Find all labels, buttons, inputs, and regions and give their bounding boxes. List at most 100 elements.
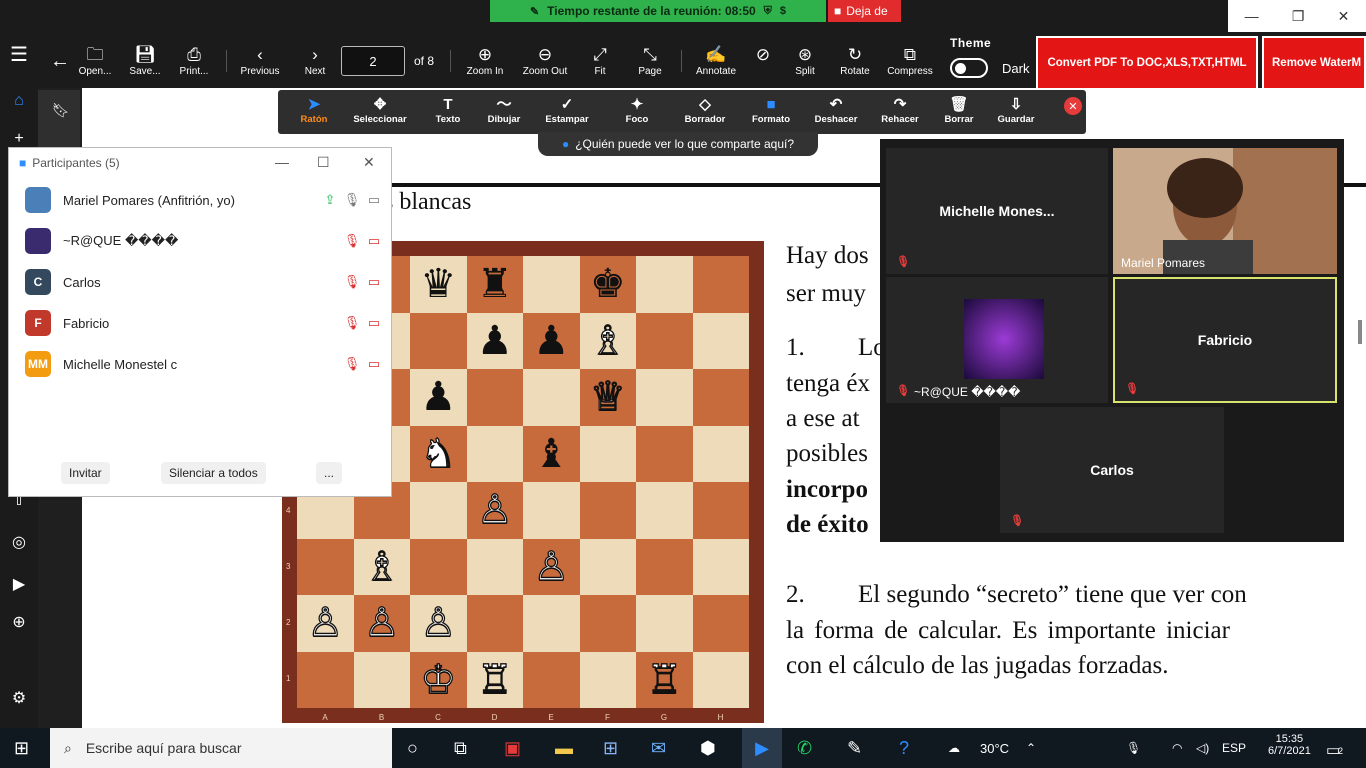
- video-off-icon[interactable]: ▭: [363, 356, 385, 372]
- annotation-save-button[interactable]: ⇩ Guardar: [983, 96, 1049, 125]
- annotation-spotlight-button[interactable]: ✦ Foco: [604, 96, 670, 125]
- dark-theme-toggle[interactable]: [950, 58, 988, 78]
- zoom-taskbar-icon[interactable]: ▶: [742, 728, 782, 768]
- close-annotation-icon[interactable]: ✕: [1064, 97, 1082, 115]
- app-icon[interactable]: ⬢: [700, 738, 716, 759]
- restore-icon[interactable]: ❐: [1292, 8, 1305, 25]
- avatar: MM: [25, 351, 51, 377]
- video-tile[interactable]: Mariel Pomares: [1113, 148, 1337, 274]
- video-icon[interactable]: ▭: [363, 192, 385, 208]
- video-tile[interactable]: ~R@QUE ���� 🎙︎: [886, 277, 1108, 403]
- help-icon[interactable]: ?: [899, 738, 909, 759]
- mic-icon[interactable]: 🎙︎: [341, 192, 363, 208]
- language-indicator[interactable]: ESP: [1222, 741, 1246, 755]
- clear-icon: 🗑︎: [949, 96, 969, 113]
- page-button[interactable]: ⤡ Page: [622, 44, 678, 77]
- instagram-icon[interactable]: ◎: [0, 532, 38, 552]
- annotation-draw-button[interactable]: 〜 Dibujar: [471, 96, 537, 125]
- store-icon[interactable]: ⊞: [603, 738, 618, 759]
- annotation-redo-button[interactable]: ↷ Rehacer: [867, 96, 933, 125]
- select-icon: ✥: [373, 96, 387, 113]
- add-icon[interactable]: +: [0, 130, 38, 148]
- save-button[interactable]: 💾︎ Save...: [117, 44, 173, 77]
- participant-row[interactable]: C Carlos 🎙︎ ▭: [25, 267, 385, 297]
- close-icon[interactable]: ✕: [1338, 8, 1350, 25]
- annotation-eraser-button[interactable]: ◇ Borrador: [672, 96, 738, 125]
- globe-icon[interactable]: ⊕: [0, 612, 38, 632]
- maximize-icon[interactable]: ☐: [317, 154, 330, 171]
- wifi-icon[interactable]: ◠: [1172, 741, 1182, 755]
- zoom-in-button[interactable]: ⊕ Zoom In: [457, 44, 513, 77]
- file-explorer-icon[interactable]: ▬: [555, 738, 573, 759]
- print-button[interactable]: ⎙ Print...: [166, 44, 222, 77]
- rotate-button[interactable]: ↻ Rotate: [827, 44, 883, 77]
- cortana-icon[interactable]: ○: [407, 738, 418, 759]
- video-off-icon[interactable]: ▭: [363, 315, 385, 331]
- mic-tray-icon[interactable]: 🎙︎: [1126, 741, 1141, 755]
- avatar: [25, 187, 51, 213]
- annotation-stamp-button[interactable]: ✓ Estampar: [534, 96, 600, 125]
- tray-chevron-icon[interactable]: ⌃: [1026, 741, 1036, 755]
- participant-row[interactable]: Mariel Pomares (Anfitrión, yo) ⇪ 🎙︎ ▭: [25, 185, 385, 215]
- annotation-label: Formato: [752, 114, 790, 125]
- next-button[interactable]: › Next: [287, 44, 343, 77]
- video-tile-active[interactable]: Fabricio 🎙︎: [1113, 277, 1337, 403]
- split-button[interactable]: ⊛ Split: [777, 44, 833, 77]
- paint-icon[interactable]: ✎: [847, 738, 862, 759]
- video-tile[interactable]: Carlos 🎙︎: [1000, 407, 1224, 533]
- weather-icon[interactable]: ☁: [948, 741, 960, 755]
- close-icon[interactable]: ✕: [363, 154, 375, 171]
- invite-button[interactable]: Invitar: [61, 462, 110, 484]
- mic-muted-icon[interactable]: 🎙︎: [341, 356, 363, 372]
- task-view-icon[interactable]: ⧉: [454, 738, 467, 759]
- minimize-icon[interactable]: —: [1245, 8, 1259, 24]
- doc-line: a ese at: [786, 405, 860, 432]
- annotation-label: Guardar: [997, 114, 1035, 125]
- chevron-right-icon: ›: [312, 45, 318, 64]
- home-icon[interactable]: ⌂: [0, 92, 38, 110]
- info-icon: ●: [561, 137, 570, 151]
- mic-muted-icon: 🎙︎: [896, 256, 910, 268]
- more-options-button[interactable]: ...: [316, 462, 343, 484]
- mail-icon[interactable]: ✉: [651, 738, 666, 759]
- convert-pdf-button[interactable]: Convert PDF To DOC,XLS,TXT,HTML: [1036, 36, 1258, 90]
- hamburger-icon[interactable]: ☰: [10, 42, 28, 67]
- fit-button[interactable]: ⤢ Fit: [572, 44, 628, 77]
- youtube-icon[interactable]: ▶: [0, 574, 38, 594]
- annotation-select-button[interactable]: ✥ Seleccionar: [347, 96, 413, 125]
- mic-muted-icon[interactable]: 🎙︎: [341, 274, 363, 290]
- share-visibility-notice[interactable]: ● ¿Quién puede ver lo que comparte aquí?: [538, 132, 818, 156]
- video-tile[interactable]: Michelle Mones... 🎙︎: [886, 148, 1108, 274]
- board-square: ♙: [523, 538, 580, 595]
- annotation-format-button[interactable]: ■ Formato: [738, 96, 804, 125]
- chess-piece: ♙: [363, 601, 400, 646]
- mic-muted-icon[interactable]: 🎙︎: [341, 233, 363, 249]
- open-button[interactable]: 🗀 Open...: [67, 44, 123, 77]
- bookmark-icon[interactable]: 🔖︎: [52, 102, 70, 119]
- mic-muted-icon[interactable]: 🎙︎: [341, 315, 363, 331]
- stop-share-button[interactable]: ■ Deja de: [828, 0, 901, 22]
- video-off-icon[interactable]: ▭: [363, 233, 385, 249]
- zoom-out-button[interactable]: ⊖ Zoom Out: [517, 44, 573, 77]
- clock[interactable]: 15:35 6/7/2021: [1268, 733, 1311, 757]
- participant-row[interactable]: F Fabricio 🎙︎ ▭: [25, 308, 385, 338]
- annotation-mouse-button[interactable]: ➤ Ratón: [281, 96, 347, 125]
- whatsapp-icon[interactable]: ✆: [797, 738, 812, 759]
- remove-watermark-button[interactable]: Remove WaterM: [1262, 36, 1366, 90]
- settings-icon[interactable]: ⚙: [0, 688, 38, 708]
- windows-start-icon[interactable]: ⊞: [14, 738, 29, 759]
- volume-icon[interactable]: ◁): [1196, 741, 1209, 755]
- page-number-input[interactable]: [341, 46, 405, 76]
- taskbar-search[interactable]: ⌕ Escribe aquí para buscar: [50, 728, 392, 768]
- previous-button[interactable]: ‹ Previous: [232, 44, 288, 77]
- board-square: [523, 256, 580, 313]
- video-off-icon[interactable]: ▭: [363, 274, 385, 290]
- participant-row[interactable]: ~R@QUE ���� 🎙︎ ▭: [25, 226, 385, 256]
- annotation-undo-button[interactable]: ↶ Deshacer: [803, 96, 869, 125]
- compress-button[interactable]: ⧉ Compress: [882, 44, 938, 77]
- mute-all-button[interactable]: Silenciar a todos: [161, 462, 266, 484]
- scrollbar-thumb[interactable]: [1358, 320, 1362, 344]
- participant-row[interactable]: MM Michelle Monestel c 🎙︎ ▭: [25, 349, 385, 379]
- minimize-icon[interactable]: —: [275, 154, 289, 170]
- pdf-reader-icon[interactable]: ▣: [504, 738, 521, 759]
